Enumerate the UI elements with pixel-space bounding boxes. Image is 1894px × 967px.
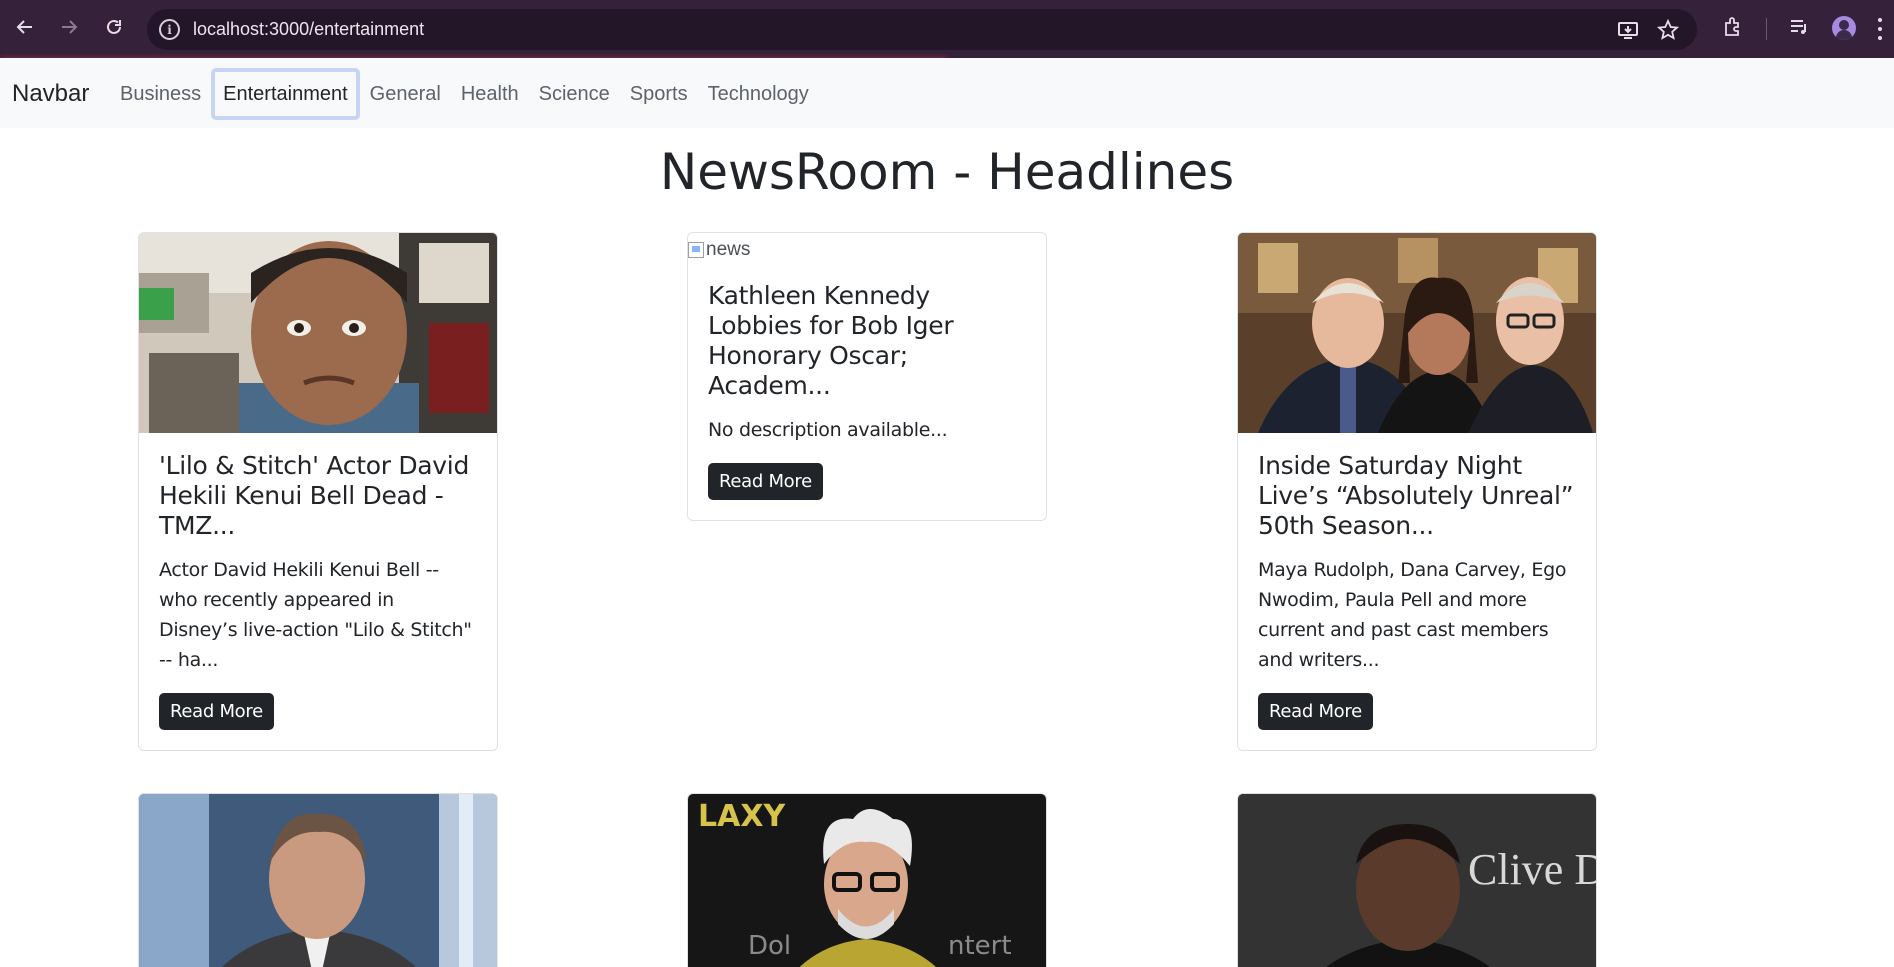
card-title: Inside Saturday Night Live’s “Absolutely…	[1258, 451, 1574, 540]
image-text: Clive D	[1468, 845, 1596, 894]
browser-menu-icon[interactable]	[1876, 18, 1884, 40]
read-more-button[interactable]: Read More	[1258, 693, 1373, 730]
news-card: news Kathleen Kennedy Lobbies for Bob Ig…	[687, 232, 1047, 521]
install-app-icon[interactable]	[1617, 19, 1639, 41]
image-alt-text: news	[706, 239, 751, 260]
news-card: 'Lilo & Stitch' Actor David Hekili Kenui…	[138, 232, 498, 751]
news-card: Clive D	[1237, 793, 1597, 967]
profile-avatar-icon[interactable]	[1832, 16, 1856, 40]
news-image	[1238, 233, 1596, 433]
bookmark-star-icon[interactable]	[1657, 19, 1679, 41]
nav-link-health[interactable]: Health	[451, 68, 529, 120]
svg-text:Dol: Dol	[748, 931, 791, 961]
broken-news-image: news	[688, 233, 1046, 263]
site-info-icon[interactable]: i	[159, 19, 180, 40]
news-card	[138, 793, 498, 967]
nav-link-technology[interactable]: Technology	[698, 68, 819, 120]
news-image	[139, 794, 497, 967]
read-more-button[interactable]: Read More	[159, 693, 274, 730]
news-card: Inside Saturday Night Live’s “Absolutely…	[1237, 232, 1597, 751]
navbar-brand[interactable]: Navbar	[12, 80, 89, 108]
news-image: LAXY Dol ntert	[688, 794, 1046, 967]
card-description: Actor David Hekili Kenui Bell -- who rec…	[159, 559, 472, 671]
page-title: NewsRoom - Headlines	[659, 143, 1235, 201]
read-more-button[interactable]: Read More	[708, 463, 823, 500]
card-title: Kathleen Kennedy Lobbies for Bob Iger Ho…	[708, 281, 954, 400]
extensions-icon[interactable]	[1720, 14, 1746, 40]
card-description: No description available...	[708, 419, 948, 441]
nav-link-entertainment[interactable]: Entertainment	[211, 68, 360, 120]
broken-image-icon	[688, 242, 704, 258]
svg-text:ntert: ntert	[948, 931, 1012, 961]
toolbar-divider	[1766, 18, 1767, 40]
nav-links: Business Entertainment General Health Sc…	[110, 68, 819, 120]
nav-link-general[interactable]: General	[360, 68, 451, 120]
news-card: LAXY Dol ntert	[687, 793, 1047, 967]
news-image	[139, 233, 497, 433]
media-queue-icon[interactable]	[1786, 14, 1812, 40]
card-title: 'Lilo & Stitch' Actor David Hekili Kenui…	[159, 451, 470, 540]
nav-link-business[interactable]: Business	[110, 68, 211, 120]
card-description: Maya Rudolph, Dana Carvey, Ego Nwodim, P…	[1258, 559, 1567, 671]
url-text[interactable]: localhost:3000/entertainment	[193, 19, 424, 40]
news-image: Clive D	[1238, 794, 1596, 967]
browser-toolbar: i localhost:3000/entertainment	[0, 0, 1894, 58]
back-arrow-icon[interactable]	[10, 12, 40, 42]
background-sign-text: LAXY	[698, 799, 786, 834]
reload-icon[interactable]	[99, 12, 129, 42]
address-bar[interactable]: i localhost:3000/entertainment	[147, 9, 1697, 50]
forward-arrow-icon[interactable]	[54, 12, 84, 42]
nav-link-sports[interactable]: Sports	[620, 68, 698, 120]
nav-link-science[interactable]: Science	[529, 68, 620, 120]
app-navbar: Navbar Business Entertainment General He…	[0, 58, 1894, 128]
